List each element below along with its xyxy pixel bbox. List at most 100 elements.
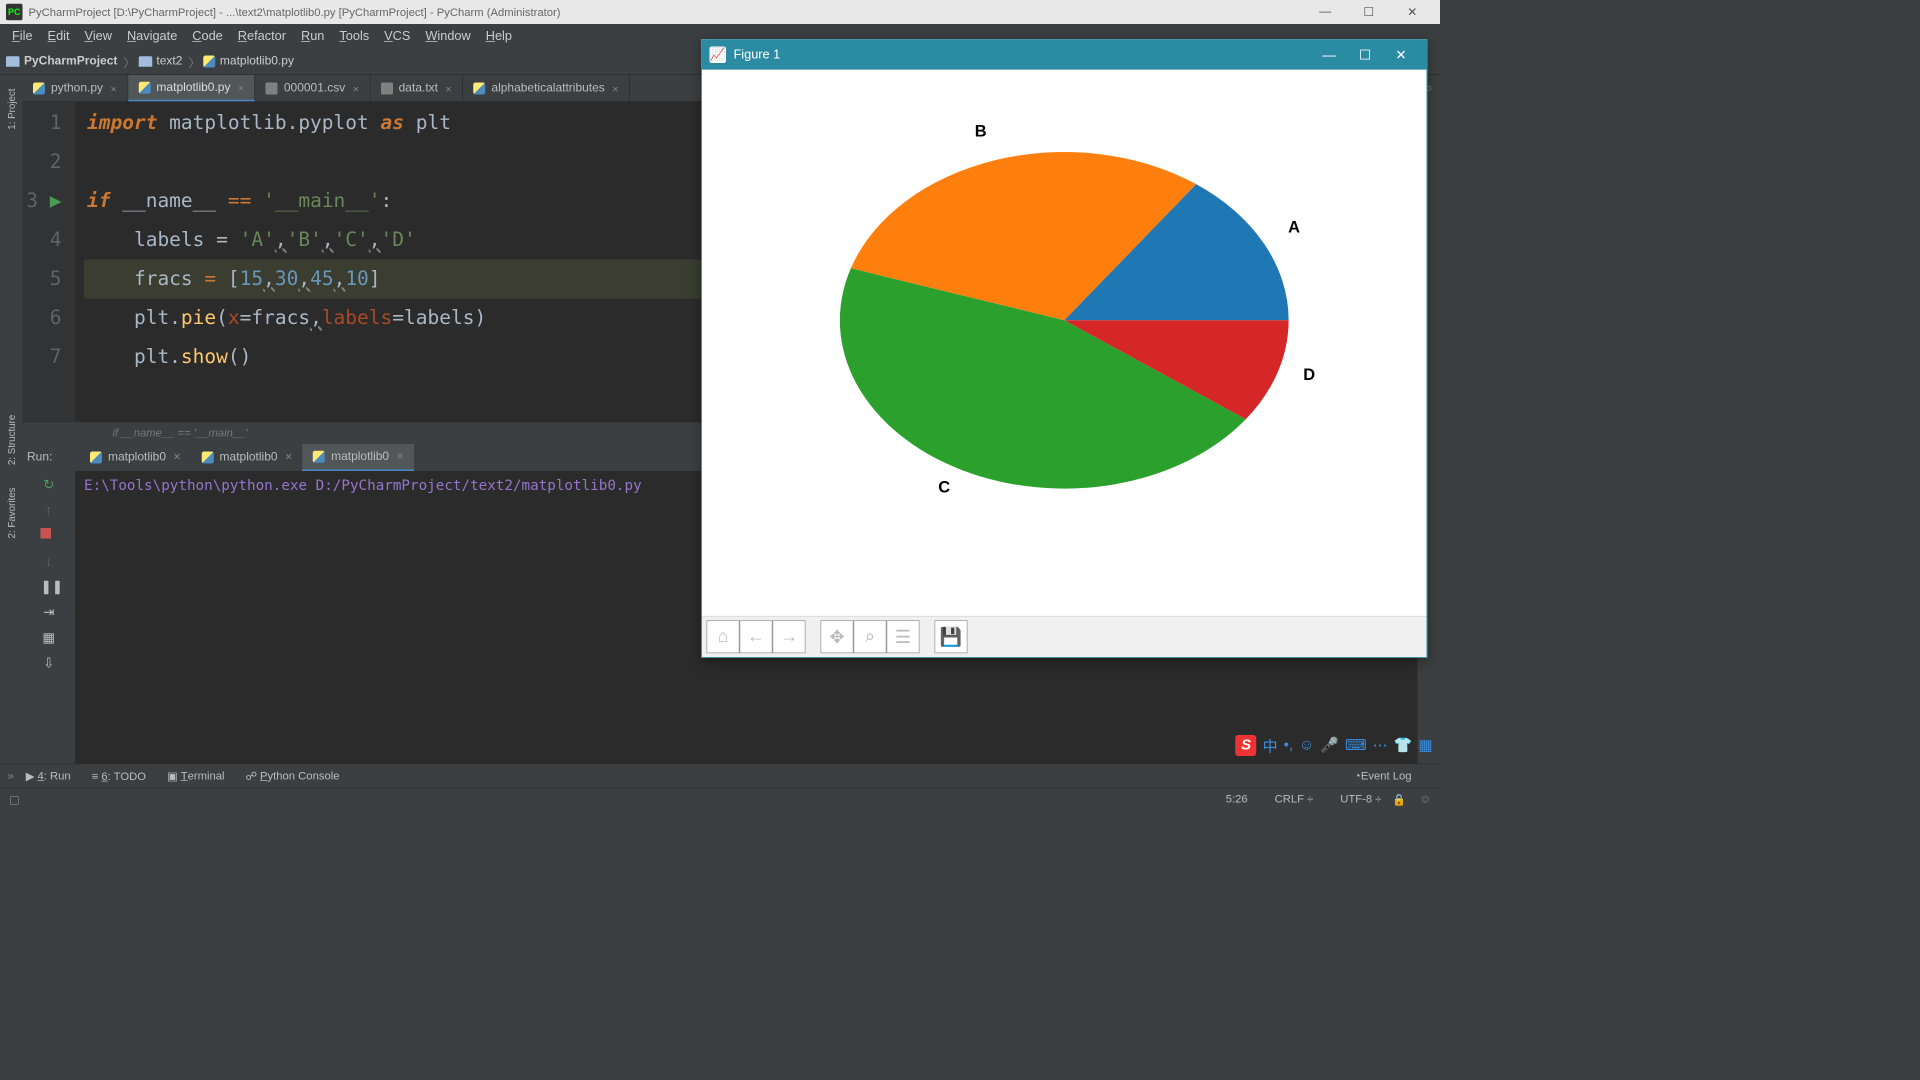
menu-code[interactable]: Code (185, 29, 230, 44)
tool-project[interactable]: 1: Project (6, 89, 17, 130)
cursor-position: 5:26 (1226, 793, 1248, 806)
zoom-icon[interactable]: ⌕ (854, 620, 887, 653)
figure-canvas[interactable]: A B C D (702, 70, 1427, 616)
figure-toolbar: ⌂ ← → ✥ ⌕ ☰ 💾 (702, 616, 1427, 657)
home-icon[interactable]: ⌂ (707, 620, 740, 653)
figure-close-button[interactable]: ✕ (1383, 47, 1419, 63)
bottom-tool-python-console[interactable]: ☍ Python Console (246, 769, 340, 783)
menu-tools[interactable]: Tools (332, 29, 377, 44)
bottom-tool-4-run[interactable]: ▶ 4: Run (26, 769, 71, 783)
pause-button[interactable]: ❚❚ (41, 579, 58, 596)
breadcrumb-file[interactable]: matplotlib0.py (203, 54, 294, 68)
save-icon[interactable]: 💾 (935, 620, 968, 653)
tray-icon[interactable]: 👕 (1394, 736, 1413, 755)
menu-run[interactable]: Run (293, 29, 331, 44)
line-gutter: 123 ▶4567 (23, 102, 76, 422)
menu-view[interactable]: View (77, 29, 119, 44)
close-button[interactable]: ✕ (1391, 5, 1435, 20)
menu-file[interactable]: File (5, 29, 41, 44)
menu-window[interactable]: Window (418, 29, 478, 44)
run-side-controls: ↻ ↑ ↓ ❚❚ ⇥ ▦ ⇩ (23, 471, 76, 764)
editor-tab-000001-csv[interactable]: 000001.csv× (255, 75, 370, 101)
tray-icon[interactable]: •, (1284, 737, 1293, 754)
pan-icon[interactable]: ✥ (821, 620, 854, 653)
status-icon: ▢ (9, 792, 20, 806)
close-tab-icon[interactable]: × (612, 82, 618, 94)
close-tab-icon[interactable]: × (353, 82, 359, 94)
collapse-icon[interactable]: » (8, 770, 14, 783)
close-tab-icon[interactable]: × (111, 82, 117, 94)
down-button[interactable]: ↓ (41, 554, 58, 571)
wrap-button[interactable]: ⇥ (41, 605, 58, 622)
sogou-icon[interactable]: S (1236, 735, 1257, 756)
breadcrumb-folder-label: text2 (156, 54, 182, 68)
figure-maximize-button[interactable]: ☐ (1347, 47, 1383, 63)
editor-tab-matplotlib0-py[interactable]: matplotlib0.py× (128, 75, 255, 101)
menu-vcs[interactable]: VCS (377, 29, 418, 44)
figure-title: Figure 1 (734, 47, 1312, 62)
tool-favorites[interactable]: 2: Favorites (6, 488, 17, 539)
stop-button[interactable] (41, 528, 58, 545)
editor-tab-python-py[interactable]: python.py× (23, 75, 128, 101)
python-file-icon (473, 82, 485, 94)
figure-minimize-button[interactable]: — (1311, 47, 1347, 63)
menu-help[interactable]: Help (478, 29, 519, 44)
window-title-bar: PC PyCharmProject [D:\PyCharmProject] - … (0, 0, 1440, 24)
tool-structure[interactable]: 2: Structure (6, 415, 17, 465)
minimize-button[interactable]: — (1304, 5, 1348, 19)
maximize-button[interactable]: ☐ (1347, 5, 1391, 20)
lock-icon[interactable]: 🔒 (1392, 792, 1406, 806)
folder-icon (138, 56, 152, 67)
bottom-tool-terminal[interactable]: ▣ Terminal (167, 769, 225, 783)
python-file-icon (33, 82, 45, 94)
configure-icon[interactable]: ☰ (887, 620, 920, 653)
back-icon[interactable]: ← (740, 620, 773, 653)
run-tab-2[interactable]: matplotlib0× (303, 444, 415, 471)
close-tab-icon[interactable]: × (238, 81, 244, 93)
python-file-icon (202, 452, 214, 464)
close-tab-icon[interactable]: × (397, 450, 404, 464)
hector-icon[interactable]: ☺ (1420, 793, 1431, 806)
run-tab-0[interactable]: matplotlib0× (80, 444, 192, 471)
forward-icon[interactable]: → (773, 620, 806, 653)
layout-button[interactable]: ▦ (41, 630, 58, 647)
pie-label-B: B (975, 122, 987, 140)
python-file-icon (138, 81, 150, 93)
breadcrumb-file-label: matplotlib0.py (220, 54, 294, 68)
encoding[interactable]: UTF-8 ÷ (1327, 793, 1382, 806)
python-file-icon (203, 55, 215, 67)
event-log-button[interactable]: ◔ Event Log (1354, 770, 1411, 783)
line-ending[interactable]: CRLF ÷ (1261, 793, 1313, 806)
close-tab-icon[interactable]: × (285, 451, 292, 465)
pie-label-C: C (938, 479, 950, 497)
menu-refactor[interactable]: Refactor (230, 29, 293, 44)
run-tab-1[interactable]: matplotlib0× (191, 444, 303, 471)
python-file-icon (313, 451, 325, 463)
pie-label-A: A (1288, 218, 1300, 236)
menu-edit[interactable]: Edit (40, 29, 77, 44)
bottom-tool-6-todo[interactable]: ≡ 6: TODO (92, 770, 146, 783)
breadcrumb-project[interactable]: PyCharmProject (6, 54, 117, 68)
rerun-button[interactable]: ↻ (41, 477, 58, 494)
status-bar: ▢ 5:26 CRLF ÷ UTF-8 ÷ 🔒 ☺ (0, 788, 1440, 811)
editor-tab-data-txt[interactable]: data.txt× (370, 75, 463, 101)
tray-icon[interactable]: 中 (1263, 734, 1278, 756)
menu-navigate[interactable]: Navigate (119, 29, 184, 44)
figure-title-bar: 📈 Figure 1 — ☐ ✕ (702, 40, 1427, 70)
pie-label-D: D (1303, 366, 1315, 384)
close-tab-icon[interactable]: × (446, 82, 452, 94)
figure-window: 📈 Figure 1 — ☐ ✕ A B C D ⌂ ← → ✥ ⌕ ☰ 💾 (701, 39, 1427, 658)
export-button[interactable]: ⇩ (41, 656, 58, 673)
tray-icon[interactable]: ☺ (1299, 737, 1314, 754)
tray-icon[interactable]: ▦ (1418, 736, 1432, 755)
tray-icon[interactable]: 🎤 (1320, 736, 1339, 755)
up-button[interactable]: ↑ (41, 503, 58, 520)
run-label: Run: (27, 451, 80, 465)
breadcrumb-folder[interactable]: text2 (138, 54, 182, 68)
editor-tab-alphabeticalattributes[interactable]: alphabeticalattributes× (463, 75, 630, 101)
tray-icon[interactable]: ⋯ (1373, 736, 1388, 755)
text-file-icon (266, 82, 278, 94)
app-icon: PC (6, 4, 23, 21)
close-tab-icon[interactable]: × (174, 451, 181, 465)
tray-icon[interactable]: ⌨ (1345, 736, 1367, 755)
